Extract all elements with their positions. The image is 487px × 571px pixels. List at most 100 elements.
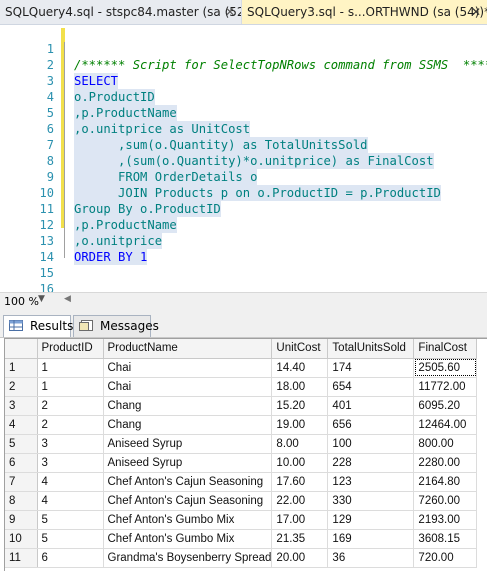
table-row[interactable]: 8 4 Chef Anton's Cajun Seasoning 22.00 3… [5, 491, 478, 511]
code-line[interactable]: 9 JOIN Products p on o.ProductID = p.Pro… [0, 153, 441, 201]
row-number[interactable]: 7 [5, 472, 38, 492]
row-number[interactable]: 1 [5, 358, 38, 378]
column-header[interactable]: ProductID [37, 339, 104, 359]
cell-unitcost[interactable]: 22.00 [271, 491, 329, 511]
table-row[interactable]: 11 6 Grandma's Boysenberry Spread 20.00 … [5, 548, 478, 568]
cell-totalunitssold[interactable]: 330 [327, 491, 415, 511]
results-grid[interactable]: ProductID ProductName UnitCost TotalUnit… [4, 338, 487, 571]
cell-productname[interactable]: Aniseed Syrup [103, 453, 273, 473]
cell-totalunitssold[interactable]: 228 [327, 453, 415, 473]
cell-productid[interactable]: 6 [37, 548, 104, 568]
cell-finalcost[interactable]: 7260.00 [413, 491, 478, 511]
code-line[interactable]: 8 FROM OrderDetails o [0, 137, 258, 185]
table-row[interactable]: 6 3 Aniseed Syrup 10.00 228 2280.00 [5, 453, 478, 473]
cell-productid[interactable]: 3 [37, 434, 104, 454]
code-line[interactable]: 15 [0, 249, 54, 280]
cell-productid[interactable]: 1 [37, 377, 104, 397]
code-line[interactable]: 11 ,p.ProductName [0, 185, 177, 233]
code-line[interactable]: 6 ,sum(o.Quantity) as TotalUnitsSold [0, 105, 368, 153]
row-header-corner[interactable] [5, 339, 38, 359]
row-number[interactable]: 8 [5, 491, 38, 511]
close-icon[interactable]: ✕ [225, 0, 235, 24]
code-line[interactable]: 2 SELECT [0, 41, 119, 89]
cell-totalunitssold[interactable]: 656 [327, 415, 415, 435]
column-header[interactable]: ProductName [103, 339, 273, 359]
tab-sqlquery4[interactable]: SQLQuery4.sql - stspc84.master (sa (52))… [0, 0, 254, 24]
cell-unitcost[interactable]: 20.00 [271, 548, 329, 568]
close-icon[interactable]: ✕ [471, 0, 481, 24]
table-row[interactable]: 2 1 Chai 18.00 654 11772.00 [5, 377, 478, 397]
code-line[interactable]: 1 /****** Script for SelectTopNRows comm… [0, 25, 487, 72]
table-row[interactable]: 10 5 Chef Anton's Gumbo Mix 21.35 169 36… [5, 529, 478, 549]
row-number[interactable]: 2 [5, 377, 38, 397]
cell-productid[interactable]: 2 [37, 415, 104, 435]
scroll-left-icon[interactable]: ◀ [64, 294, 71, 304]
code-line[interactable]: 16 [0, 265, 54, 296]
cell-finalcost[interactable]: 800.00 [413, 434, 478, 454]
code-line[interactable]: 12 ,o.unitprice [0, 201, 163, 249]
cell-totalunitssold[interactable]: 100 [327, 434, 415, 454]
cell-finalcost[interactable]: 2280.00 [413, 453, 478, 473]
cell-productid[interactable]: 1 [37, 358, 104, 378]
column-header[interactable]: FinalCost [413, 339, 478, 359]
cell-unitcost[interactable]: 17.60 [271, 472, 329, 492]
code-line[interactable]: 7 ,(sum(o.Quantity)*o.unitprice) as Fina… [0, 121, 434, 169]
code-line[interactable]: 3 o.ProductID [0, 57, 155, 105]
chevron-down-icon[interactable]: ▼ [38, 294, 45, 304]
table-row[interactable]: 1 1 Chai 14.40 174 2505.60 [5, 358, 478, 378]
table-row[interactable]: 9 5 Chef Anton's Gumbo Mix 17.00 129 219… [5, 510, 478, 530]
column-header[interactable]: UnitCost [271, 339, 329, 359]
cell-finalcost[interactable]: 2193.00 [413, 510, 478, 530]
cell-productname[interactable]: Chang [103, 415, 273, 435]
row-number[interactable]: 3 [5, 396, 38, 416]
code-line[interactable]: 4 ,p.ProductName [0, 73, 177, 121]
column-header[interactable]: TotalUnitsSold [327, 339, 415, 359]
cell-totalunitssold[interactable]: 169 [327, 529, 415, 549]
cell-totalunitssold[interactable]: 174 [327, 358, 415, 378]
cell-unitcost[interactable]: 14.40 [271, 358, 329, 378]
row-number[interactable]: 10 [5, 529, 38, 549]
code-line[interactable]: 5 ,o.unitprice as UnitCost [0, 89, 251, 137]
cell-productid[interactable]: 4 [37, 472, 104, 492]
cell-finalcost[interactable]: 12464.00 [413, 415, 478, 435]
tab-messages[interactable]: Messages [73, 315, 159, 337]
cell-productid[interactable]: 3 [37, 453, 104, 473]
row-number[interactable]: 11 [5, 548, 38, 568]
cell-unitcost[interactable]: 18.00 [271, 377, 329, 397]
cell-finalcost[interactable]: 3608.15 [413, 529, 478, 549]
cell-totalunitssold[interactable]: 654 [327, 377, 415, 397]
cell-totalunitssold[interactable]: 129 [327, 510, 415, 530]
cell-productname[interactable]: Aniseed Syrup [103, 434, 273, 454]
cell-productid[interactable]: 2 [37, 396, 104, 416]
cell-productname[interactable]: Chef Anton's Gumbo Mix [103, 529, 273, 549]
table-row[interactable]: 3 2 Chang 15.20 401 6095.20 [5, 396, 478, 416]
cell-totalunitssold[interactable]: 36 [327, 548, 415, 568]
cell-finalcost[interactable]: 720.00 [413, 548, 478, 568]
cell-productname[interactable]: Chai [103, 358, 273, 378]
code-line[interactable]: 14 [0, 233, 54, 264]
cell-productname[interactable]: Chai [103, 377, 273, 397]
table-row[interactable]: 4 2 Chang 19.00 656 12464.00 [5, 415, 478, 435]
cell-finalcost[interactable]: 6095.20 [413, 396, 478, 416]
code-line[interactable]: 13 ORDER BY 1 [0, 217, 148, 265]
tab-sqlquery3[interactable]: SQLQuery3.sql - s...ORTHWND (sa (54))* ✕ [241, 0, 487, 24]
cell-productname[interactable]: Chef Anton's Gumbo Mix [103, 510, 273, 530]
row-number[interactable]: 4 [5, 415, 38, 435]
cell-finalcost[interactable]: 11772.00 [413, 377, 478, 397]
cell-productname[interactable]: Chef Anton's Cajun Seasoning [103, 491, 273, 511]
cell-unitcost[interactable]: 19.00 [271, 415, 329, 435]
zoom-level[interactable]: 100 % [4, 295, 39, 308]
tab-results[interactable]: Results [3, 315, 73, 337]
row-number[interactable]: 6 [5, 453, 38, 473]
cell-finalcost[interactable]: 2505.60 [413, 358, 478, 378]
cell-unitcost[interactable]: 17.00 [271, 510, 329, 530]
cell-totalunitssold[interactable]: 401 [327, 396, 415, 416]
cell-unitcost[interactable]: 10.00 [271, 453, 329, 473]
cell-productid[interactable]: 5 [37, 529, 104, 549]
row-number[interactable]: 9 [5, 510, 38, 530]
cell-productid[interactable]: 4 [37, 491, 104, 511]
cell-productid[interactable]: 5 [37, 510, 104, 530]
table-row[interactable]: 7 4 Chef Anton's Cajun Seasoning 17.60 1… [5, 472, 478, 492]
cell-unitcost[interactable]: 15.20 [271, 396, 329, 416]
row-number[interactable]: 5 [5, 434, 38, 454]
